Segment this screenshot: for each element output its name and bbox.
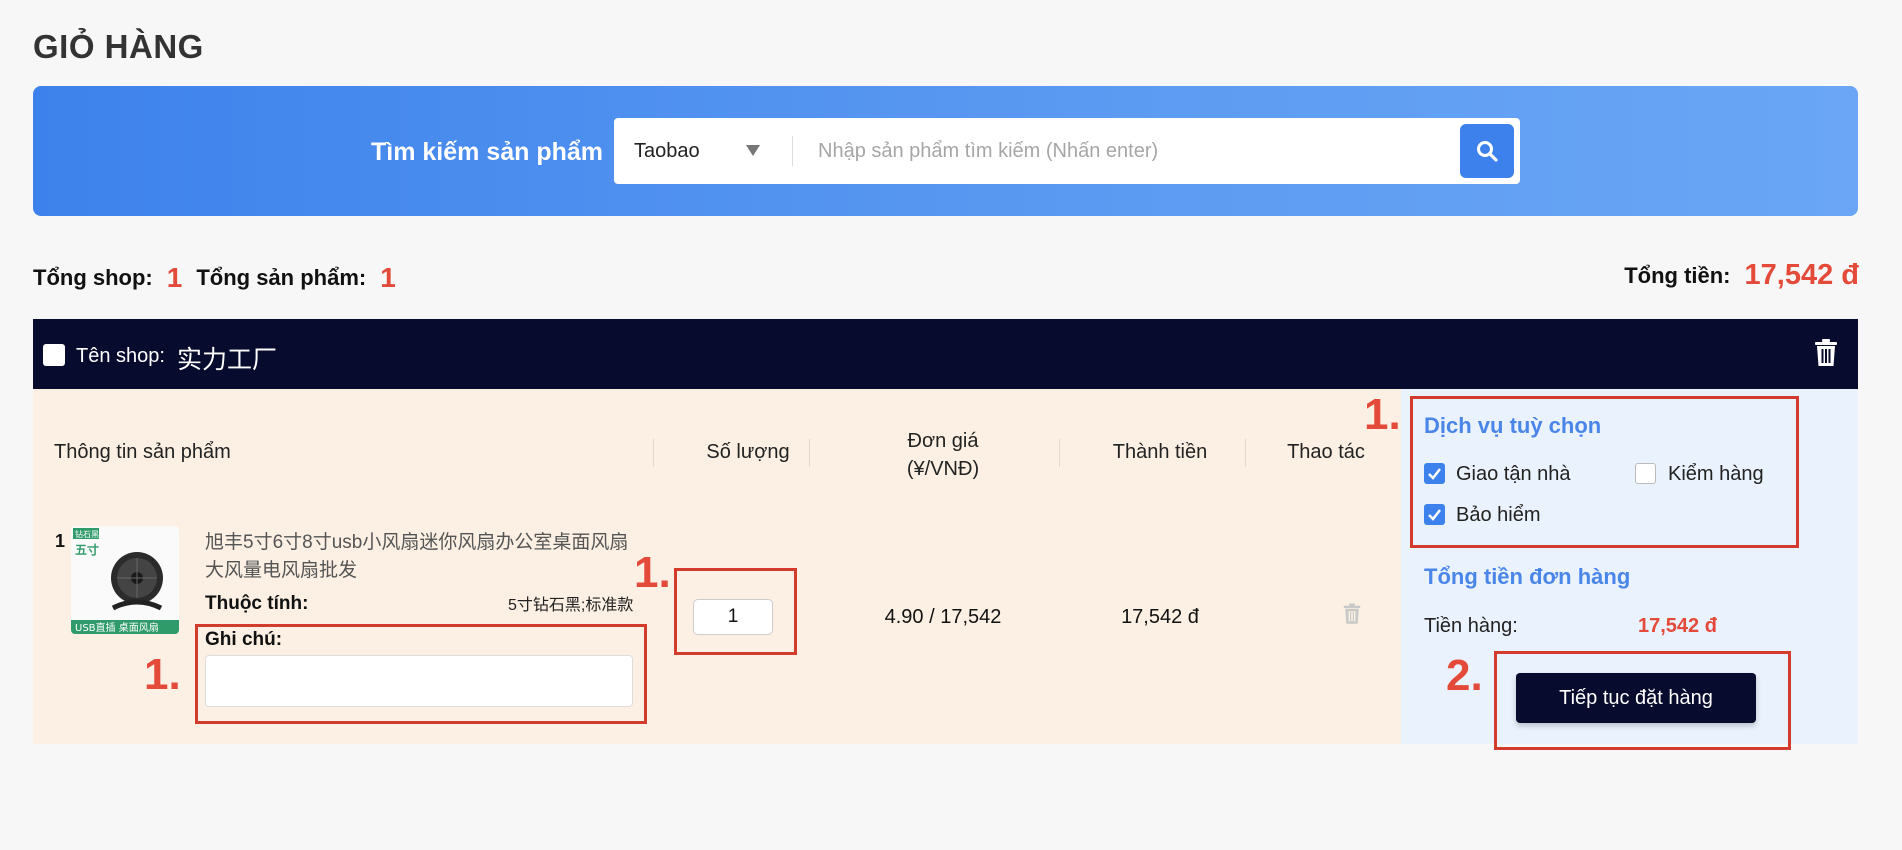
thumb-badge-text: 钻石黑 [75, 529, 99, 539]
shop-delete-button[interactable] [1814, 339, 1838, 372]
shop-name: 实力工厂 [177, 346, 278, 374]
order-total-title: Tổng tiền đơn hàng [1424, 564, 1631, 589]
search-input[interactable] [804, 128, 1444, 174]
attribute-label: Thuộc tính: [205, 593, 309, 614]
column-divider [809, 439, 810, 467]
search-box: Taobao [614, 118, 1520, 184]
column-divider [1245, 439, 1246, 467]
thumb-bottom-text: USB直插 桌面风扇 [75, 621, 159, 634]
line-total: 17,542 đ [1121, 606, 1199, 628]
header-total: Thành tiền [1112, 441, 1208, 463]
attribute-value: 5寸钻石黑;标准款 [508, 597, 634, 614]
shop-count-label: Tổng shop: [33, 265, 153, 290]
goods-amount-value: 17,542 đ [1638, 615, 1717, 637]
product-count-label: Tổng sản phẩm: [196, 265, 367, 290]
shop-label: Tên shop: [76, 345, 165, 367]
unit-price: 4.90 / 17,542 [884, 606, 1002, 628]
row-index: 1 [55, 531, 66, 551]
annotation-box-note [195, 624, 647, 724]
trash-icon [1343, 603, 1361, 624]
shop-select-checkbox[interactable] [43, 344, 65, 366]
platform-select[interactable]: Taobao [614, 118, 792, 184]
header-unit-price: Đơn giá (¥/VNĐ) [868, 427, 1018, 483]
annotation-number-note: 1. [144, 650, 181, 699]
product-name-link[interactable]: 旭丰5寸6寸8寸usb小风扇迷你风扇办公室桌面风扇大风量电风扇批发 [205, 529, 635, 585]
header-product: Thông tin sản phẩm [54, 441, 231, 463]
annotation-number-services: 1. [1364, 390, 1401, 439]
search-label: Tìm kiếm sản phẩm [371, 138, 604, 166]
cart-total-label: Tổng tiền: [1624, 262, 1731, 288]
page-title: GIỎ HÀNG [33, 28, 204, 65]
header-quantity: Số lượng [706, 441, 790, 463]
annotation-box-quantity [674, 568, 797, 655]
header-unit-price-line1: Đơn giá [907, 430, 979, 452]
shop-count: 1 [166, 262, 183, 293]
annotation-number-continue: 2. [1446, 651, 1483, 700]
header-actions: Thao tác [1287, 441, 1365, 463]
column-divider [1059, 439, 1060, 467]
product-thumbnail[interactable]: 钻石黑 五寸 USB直插 桌面风扇 [71, 526, 179, 634]
header-unit-price-line2: (¥/VNĐ) [906, 458, 980, 480]
caret-down-icon [746, 145, 760, 156]
trash-icon [1815, 339, 1837, 366]
annotation-box-services [1410, 396, 1799, 548]
shop-header: Tên shop: 实力工厂 [33, 319, 1858, 389]
thumb-size-text: 五寸 [75, 542, 99, 557]
cart-total-value: 17,542 đ [1744, 259, 1859, 291]
goods-amount-label: Tiền hàng: [1424, 615, 1518, 637]
desk-fan-image: 钻石黑 五寸 USB直插 桌面风扇 [71, 526, 179, 634]
search-button[interactable] [1460, 124, 1514, 178]
annotation-box-continue [1494, 651, 1791, 750]
search-banner: Tìm kiếm sản phẩm Taobao [33, 86, 1858, 216]
search-icon [1477, 141, 1498, 162]
annotation-number-quantity: 1. [634, 548, 671, 597]
product-count: 1 [380, 262, 396, 293]
select-divider [792, 136, 793, 166]
cart-summary: Tổng shop: 1 Tổng sản phẩm: 1 [33, 262, 410, 294]
column-divider [653, 439, 654, 467]
cart-total: Tổng tiền: 17,542 đ [1624, 259, 1859, 292]
row-delete-button[interactable] [1343, 603, 1361, 630]
platform-select-value: Taobao [634, 139, 700, 162]
